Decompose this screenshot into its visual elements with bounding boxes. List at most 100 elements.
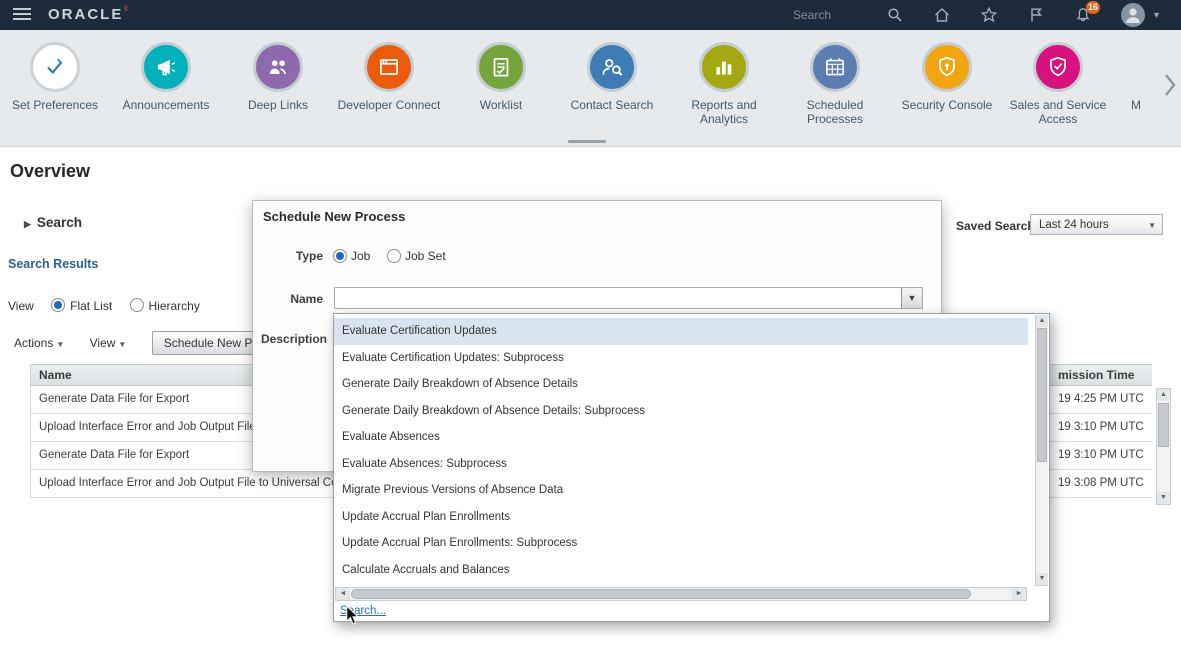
scroll-left-arrow-icon[interactable]: ◄ xyxy=(336,588,350,600)
nav-item-deep-links[interactable]: Deep Links xyxy=(222,42,334,112)
job-set-label: Job Set xyxy=(405,249,446,263)
dropdown-option[interactable]: Evaluate Absences: Subprocess xyxy=(334,451,1028,478)
chevron-down-icon: ▼ xyxy=(118,340,126,349)
dropdown-option[interactable]: Calculate Accruals and Balances xyxy=(334,557,1028,584)
nav-item-label: Announcements xyxy=(110,98,222,112)
springboard: Set Preferences Announcements Deep Links… xyxy=(0,30,1181,147)
global-search-input[interactable]: Search xyxy=(793,8,831,22)
security-console-icon xyxy=(922,42,972,92)
process-name-combobox[interactable]: ▼ xyxy=(334,287,923,309)
nav-item-label: Contact Search xyxy=(556,98,668,112)
deep-links-icon xyxy=(253,42,303,92)
page-vertical-scrollbar[interactable]: ▲ ▼ xyxy=(1156,388,1171,505)
nav-item-worklist[interactable]: Worklist xyxy=(445,42,557,112)
name-column-header[interactable]: Name xyxy=(39,365,72,385)
dropdown-option[interactable]: Update Accrual Plan Enrollments xyxy=(334,504,1028,531)
row-name: Upload Interface Error and Job Output Fi… xyxy=(39,470,363,497)
nav-item-label: Set Preferences xyxy=(0,98,111,112)
worklist-icon xyxy=(476,42,526,92)
scroll-up-arrow-icon[interactable]: ▲ xyxy=(1157,389,1170,401)
dropdown-option[interactable]: Update Accrual Plan Enrollments: Subproc… xyxy=(334,530,1028,557)
nav-item-contact-search[interactable]: Contact Search xyxy=(556,42,668,112)
page-title: Overview xyxy=(10,161,90,182)
dropdown-option[interactable]: Generate Daily Breakdown of Absence Deta… xyxy=(334,371,1028,398)
search-icon[interactable] xyxy=(886,6,904,24)
nav-item-label: Developer Connect xyxy=(333,98,445,112)
process-name-dropdown-list: Evaluate Certification Updates Evaluate … xyxy=(333,313,1050,622)
dropdown-horizontal-scrollbar[interactable]: ◄ ► xyxy=(335,587,1027,601)
user-avatar[interactable] xyxy=(1121,3,1145,27)
hierarchy-radio[interactable] xyxy=(130,298,144,312)
scrollbar-thumb[interactable] xyxy=(1037,328,1047,462)
saved-search-label: Saved Search xyxy=(956,219,1035,233)
submission-time-column-header[interactable]: mission Time xyxy=(1058,365,1134,385)
sales-service-access-icon xyxy=(1033,42,1083,92)
nav-item-label: Deep Links xyxy=(222,98,334,112)
home-icon[interactable] xyxy=(933,6,951,24)
nav-item-scheduled-processes[interactable]: Scheduled Processes xyxy=(779,42,891,127)
search-section-expander[interactable]: ▶Search xyxy=(24,215,82,230)
expander-triangle-icon: ▶ xyxy=(24,219,31,229)
nav-item-set-preferences[interactable]: Set Preferences xyxy=(0,42,111,112)
combobox-dropdown-button[interactable]: ▼ xyxy=(901,288,922,308)
oracle-logo: ORACLE® xyxy=(48,6,129,23)
scroll-down-arrow-icon[interactable]: ▼ xyxy=(1157,492,1170,504)
view-label: View xyxy=(8,299,34,313)
global-header: ORACLE® Search 16 ▼ xyxy=(0,0,1181,30)
search-results-heading: Search Results xyxy=(8,257,98,271)
scheduled-processes-icon xyxy=(810,42,860,92)
actions-menu-button[interactable]: Actions▼ xyxy=(14,331,64,357)
dropdown-option[interactable]: Migrate Previous Versions of Absence Dat… xyxy=(334,477,1028,504)
dropdown-vertical-scrollbar[interactable]: ▲ ▼ xyxy=(1035,315,1048,586)
notifications-bell-icon[interactable]: 16 xyxy=(1074,6,1092,24)
scrollbar-thumb[interactable] xyxy=(1158,403,1169,447)
row-name: Generate Data File for Export xyxy=(39,442,189,469)
nav-item-security-console[interactable]: Security Console xyxy=(891,42,1003,112)
scroll-down-arrow-icon[interactable]: ▼ xyxy=(1036,573,1048,585)
scroll-up-arrow-icon[interactable]: ▲ xyxy=(1036,315,1048,327)
oracle-logo-mark: ® xyxy=(123,6,128,13)
nav-item-developer-connect[interactable]: Developer Connect xyxy=(333,42,445,112)
reports-analytics-icon xyxy=(699,42,749,92)
user-menu-chevron-down-icon[interactable]: ▼ xyxy=(1152,10,1161,20)
dropdown-option[interactable]: Generate Daily Breakdown of Absence Deta… xyxy=(334,398,1028,425)
type-label: Type xyxy=(261,249,323,263)
nav-item-label: M xyxy=(1080,98,1181,112)
nav-item-label: Reports and Analytics xyxy=(668,98,780,127)
dropdown-option[interactable]: Evaluate Absences xyxy=(334,424,1028,451)
hamburger-menu-icon[interactable] xyxy=(13,8,31,21)
scrollbar-thumb[interactable] xyxy=(351,589,971,599)
job-set-radio[interactable] xyxy=(387,249,401,263)
row-time: 19 4:25 PM UTC xyxy=(1058,386,1144,413)
contact-search-icon xyxy=(587,42,637,92)
view-menu-button[interactable]: View▼ xyxy=(90,331,127,357)
dialog-title: Schedule New Process xyxy=(263,209,405,224)
job-label: Job xyxy=(351,249,370,263)
flat-list-label: Flat List xyxy=(70,299,112,313)
application-window: ORACLE® Search 16 ▼ Set Preferences xyxy=(0,0,1181,650)
dropdown-search-link[interactable]: Search... xyxy=(340,605,386,617)
scroll-right-arrow-icon[interactable]: ► xyxy=(1012,588,1026,600)
nav-item-reports-analytics[interactable]: Reports and Analytics xyxy=(668,42,780,127)
row-time: 19 3:10 PM UTC xyxy=(1058,414,1144,441)
dropdown-option[interactable]: Evaluate Certification Updates xyxy=(334,318,1028,345)
saved-search-select[interactable]: Last 24 hours ▼ xyxy=(1030,214,1163,235)
developer-connect-icon xyxy=(364,42,414,92)
scroll-right-chevron-icon[interactable] xyxy=(1163,72,1177,98)
select-chevron-down-icon: ▼ xyxy=(1148,215,1156,236)
nav-item-label: Security Console xyxy=(891,98,1003,112)
nav-item-announcements[interactable]: Announcements xyxy=(110,42,222,112)
hierarchy-label: Hierarchy xyxy=(149,299,200,313)
announcements-icon xyxy=(141,42,191,92)
dropdown-option[interactable]: Evaluate Certification Updates: Subproce… xyxy=(334,345,1028,372)
favorites-star-icon[interactable] xyxy=(980,6,998,24)
flag-watchlist-icon[interactable] xyxy=(1027,6,1045,24)
job-radio[interactable] xyxy=(333,249,347,263)
view-options-row: View Flat List Hierarchy xyxy=(8,298,200,313)
notification-badge: 16 xyxy=(1086,1,1100,14)
chevron-down-icon: ▼ xyxy=(56,340,64,349)
row-time: 19 3:08 PM UTC xyxy=(1058,470,1144,497)
flat-list-radio[interactable] xyxy=(51,298,65,312)
carousel-indicator xyxy=(568,140,606,143)
description-label: Description xyxy=(261,332,323,346)
